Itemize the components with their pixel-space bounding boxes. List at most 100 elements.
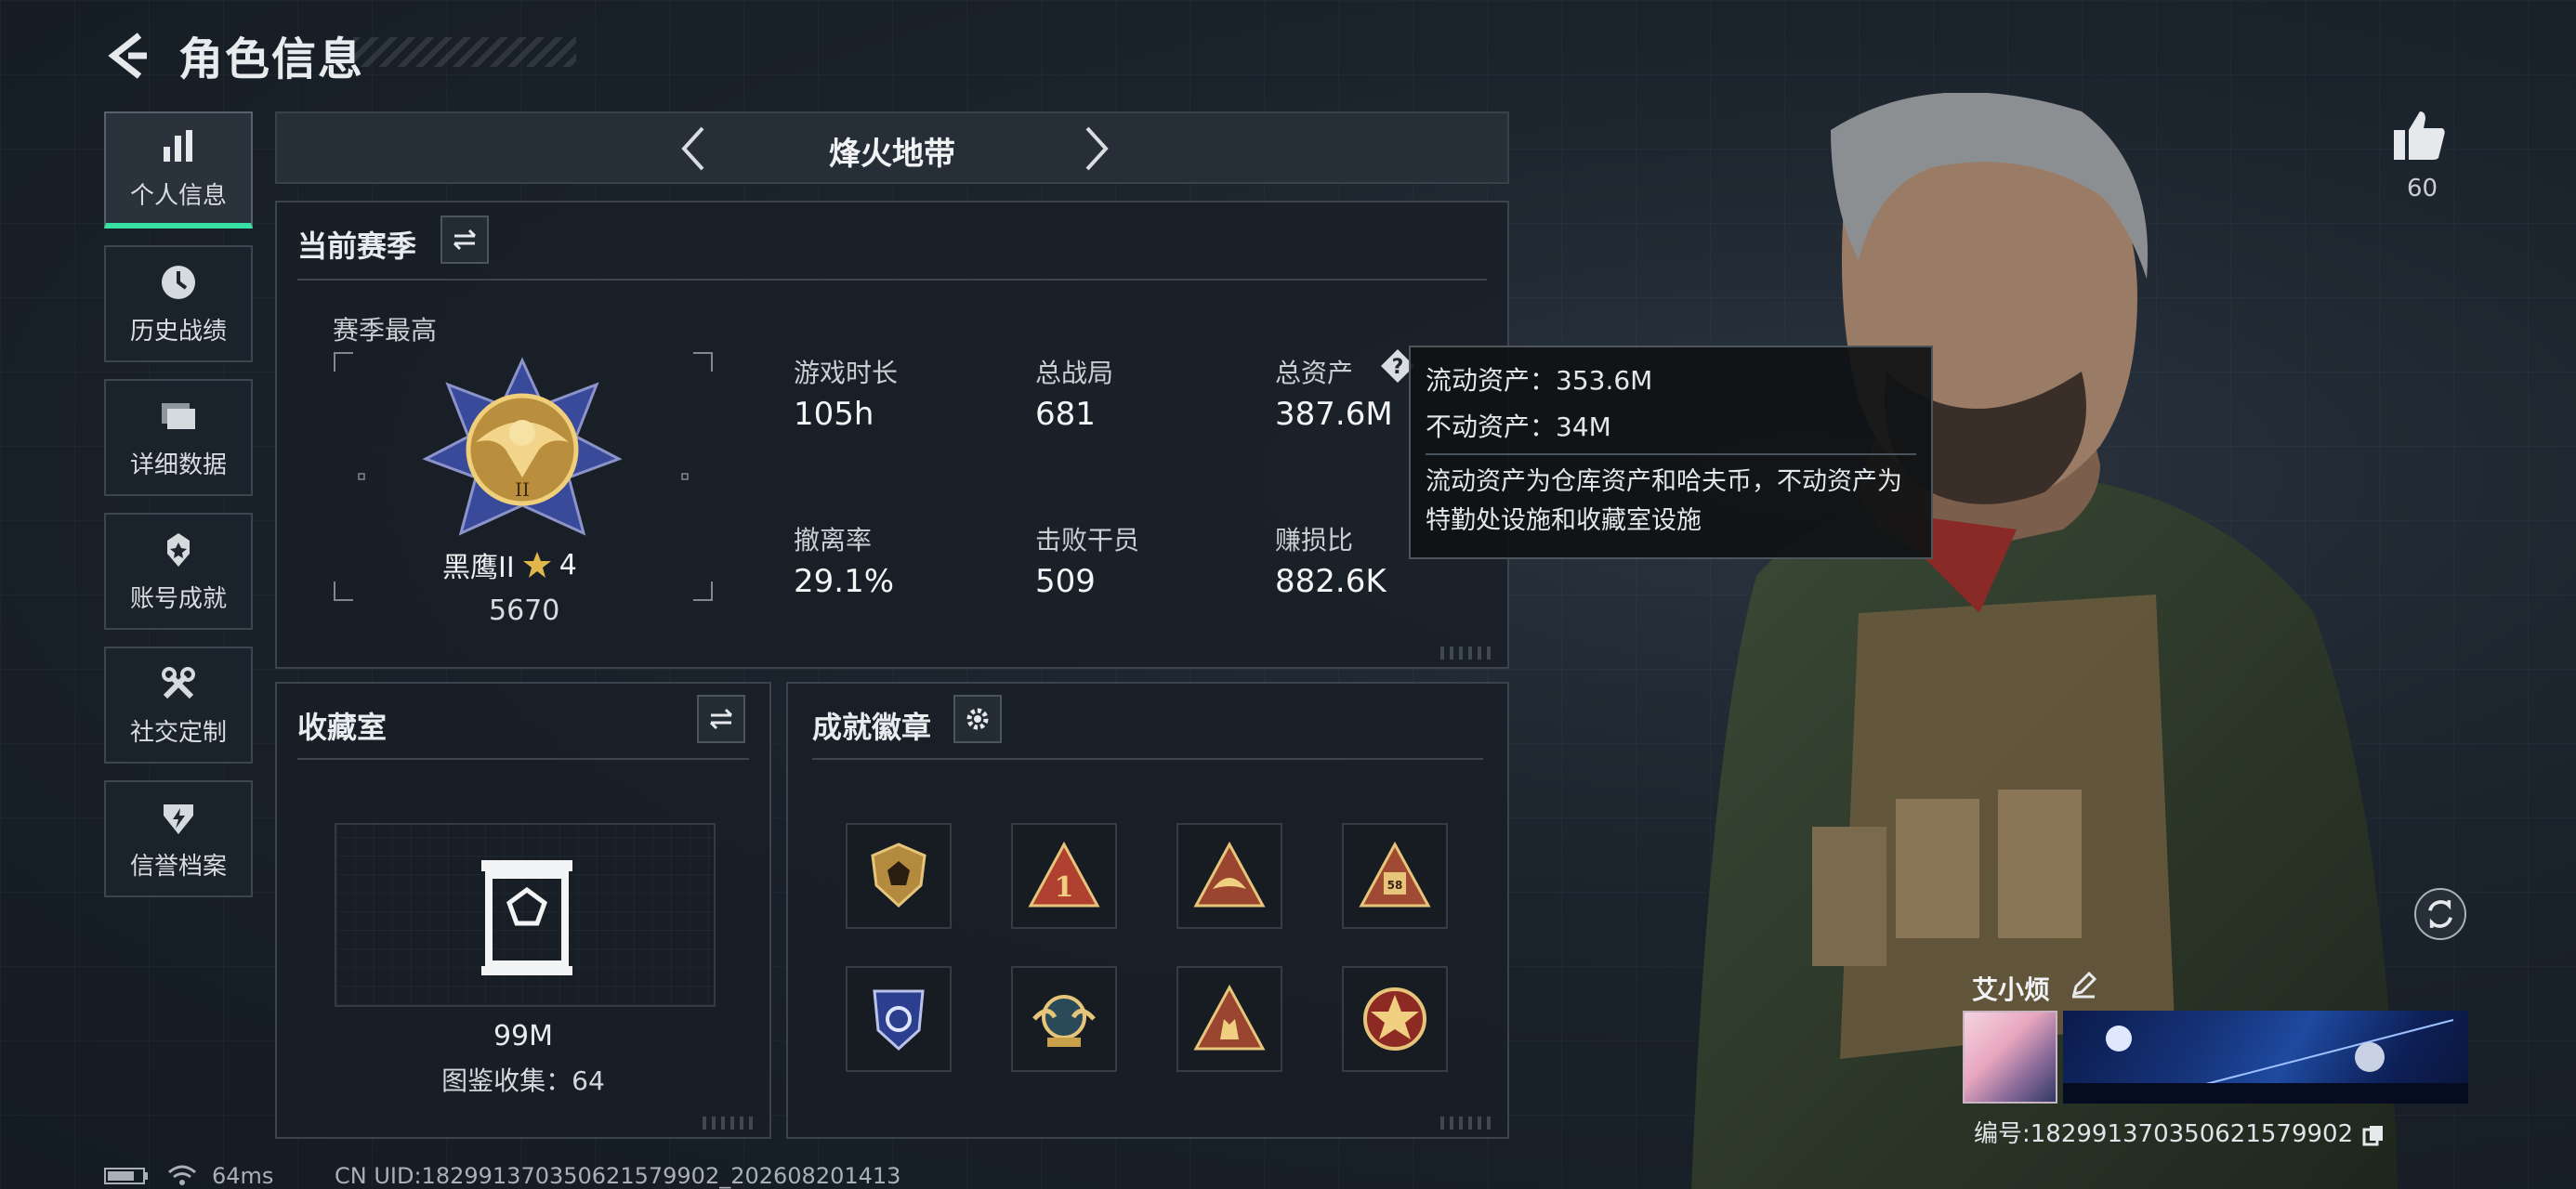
rank-score: 5670 (489, 594, 560, 627)
achievements-title: 成就徽章 (812, 710, 932, 745)
stat-value: 105h (794, 396, 874, 433)
stat-label: 赚损比 (1275, 525, 1354, 555)
collection-title: 收藏室 (297, 710, 388, 745)
player-uid: 编号:18299137035062157990​2 (1974, 1115, 2386, 1149)
star-medal-badge-icon (1363, 987, 1426, 1051)
clock-icon (162, 265, 195, 299)
tooltip-liquid-assets: 流动资产：353.6M (1426, 365, 1653, 396)
sidebar-item-label: 账号成就 (129, 584, 227, 613)
collection-panel: 收藏室 99M 图鉴收集：64 (275, 682, 771, 1139)
stat-value: 387.6M (1275, 396, 1393, 433)
sidebar-item-label: 历史战绩 (129, 317, 227, 346)
display-case-icon (481, 860, 572, 975)
stat-value: 29.1% (794, 563, 895, 600)
svg-text:II: II (515, 478, 530, 501)
panel-decoration (1440, 647, 1496, 660)
wifi-icon (168, 1165, 196, 1185)
night-sky-illustration (2063, 1019, 2468, 1104)
stat-label: 击败干员 (1035, 525, 1140, 555)
triangle-number-badge-icon: 1 (1028, 841, 1100, 908)
mode-name: 烽火地带 (829, 136, 955, 173)
season-switch-button[interactable] (440, 216, 489, 264)
title-decoration (353, 37, 576, 67)
mode-selector: 烽火地带 (275, 111, 1509, 184)
svg-text:1: 1 (1055, 871, 1074, 904)
winged-badge-icon (1032, 995, 1096, 1047)
stat-label: 游戏时长 (794, 358, 899, 388)
profile-banner (2063, 1011, 2468, 1104)
achievement-badge-8[interactable] (1342, 966, 1448, 1072)
copy-icon[interactable] (2360, 1122, 2386, 1148)
collection-switch-button[interactable] (697, 695, 745, 743)
panel-decoration (703, 1117, 758, 1130)
next-mode-icon[interactable] (1067, 121, 1123, 176)
medal-icon (167, 532, 190, 567)
season-title: 当前赛季 (297, 229, 417, 264)
sidebar-item-label: 详细数据 (129, 451, 227, 479)
achievements-panel: 成就徽章 1 58 (786, 682, 1509, 1139)
triangle-58-badge-icon: 58 (1359, 841, 1431, 908)
collection-display[interactable] (335, 823, 716, 1007)
achievement-badge-1[interactable] (846, 823, 952, 929)
folder-icon (162, 402, 195, 429)
back-arrow-icon[interactable] (100, 28, 156, 84)
achievement-badge-3[interactable] (1176, 823, 1282, 929)
sidebar-item-label: 信誉档案 (129, 852, 227, 881)
gear-icon (966, 708, 989, 730)
refresh-icon[interactable] (2414, 888, 2466, 940)
sidebar-item-social[interactable]: 社交定制 (104, 647, 253, 764)
stat-value: 509 (1035, 563, 1096, 600)
achievement-badge-2[interactable]: 1 (1011, 823, 1117, 929)
panel-decoration (1440, 1117, 1496, 1130)
thumbs-up-icon[interactable] (2390, 106, 2450, 165)
tools-icon (162, 666, 195, 699)
like-count: 60 (2407, 175, 2438, 203)
swap-icon (453, 229, 477, 251)
sidebar-item-reputation[interactable]: 信誉档案 (104, 780, 253, 897)
avatar[interactable] (1963, 1011, 2057, 1104)
achievement-badge-4[interactable]: 58 (1342, 823, 1448, 929)
rank-display: 黑鹰II 4 (442, 544, 577, 585)
svg-text:58: 58 (1387, 879, 1403, 892)
collection-value: 99M (493, 1020, 554, 1052)
battery-icon (104, 1168, 148, 1184)
sidebar-item-history[interactable]: 历史战绩 (104, 245, 253, 362)
tooltip-description: 流动资产为仓库资产和哈夫币，不动资产为特勤处设施和收藏室设施 (1426, 467, 1902, 535)
edit-pencil-icon[interactable] (2069, 970, 2098, 1000)
achievement-badge-5[interactable] (846, 966, 952, 1072)
section-divider (812, 758, 1483, 760)
section-divider (297, 279, 1487, 281)
swap-icon (709, 708, 733, 730)
achievements-settings-button[interactable] (953, 695, 1002, 743)
achievement-badge-7[interactable] (1176, 966, 1282, 1072)
star-icon (522, 552, 551, 578)
assets-tooltip: 流动资产：353.6M 不动资产：34M 流动资产为仓库资产和哈夫币，不动资产为… (1409, 346, 1933, 559)
sidebar-item-label: 社交定制 (129, 718, 227, 747)
sidebar-item-achievements[interactable]: 账号成就 (104, 513, 253, 630)
sidebar-item-personal-info[interactable]: 个人信息 (104, 111, 253, 229)
catalog-count: 图鉴收集：64 (441, 1065, 605, 1096)
achievement-badge-6[interactable] (1011, 966, 1117, 1072)
tooltip-divider (1426, 453, 1916, 455)
season-panel: 当前赛季 赛季最高 II 黑鹰II 4 5670 游戏时长 105h 总战局 6… (275, 201, 1509, 669)
stat-label: 总资产 (1275, 358, 1354, 388)
stat-value: 681 (1035, 396, 1096, 433)
season-best-label: 赛季最高 (333, 315, 438, 346)
stat-label: 撤离率 (794, 525, 873, 555)
sidebar-item-detailed-data[interactable]: 详细数据 (104, 379, 253, 496)
stat-label: 总战局 (1035, 358, 1114, 388)
rank-emblem-icon: II (422, 357, 623, 536)
stat-value: 882.6K (1275, 563, 1387, 600)
shield-bolt-icon (164, 804, 193, 834)
blue-shield-badge-icon (873, 989, 925, 1052)
nickname: 艾小烦 (1972, 974, 2051, 1005)
bar-chart-icon (164, 129, 192, 162)
sidebar-item-label: 个人信息 (129, 181, 227, 210)
tooltip-fixed-assets: 不动资产：34M (1426, 412, 1611, 442)
rank-stars: 4 (559, 548, 577, 581)
svg-text:?: ? (1392, 356, 1404, 379)
rank-name: 黑鹰II (442, 552, 515, 584)
triangle-wings-badge-icon (1193, 841, 1266, 908)
player-uid-text: 编号:18299137035062157990​2 (1974, 1120, 2354, 1148)
triangle-hand-badge-icon (1193, 984, 1266, 1051)
